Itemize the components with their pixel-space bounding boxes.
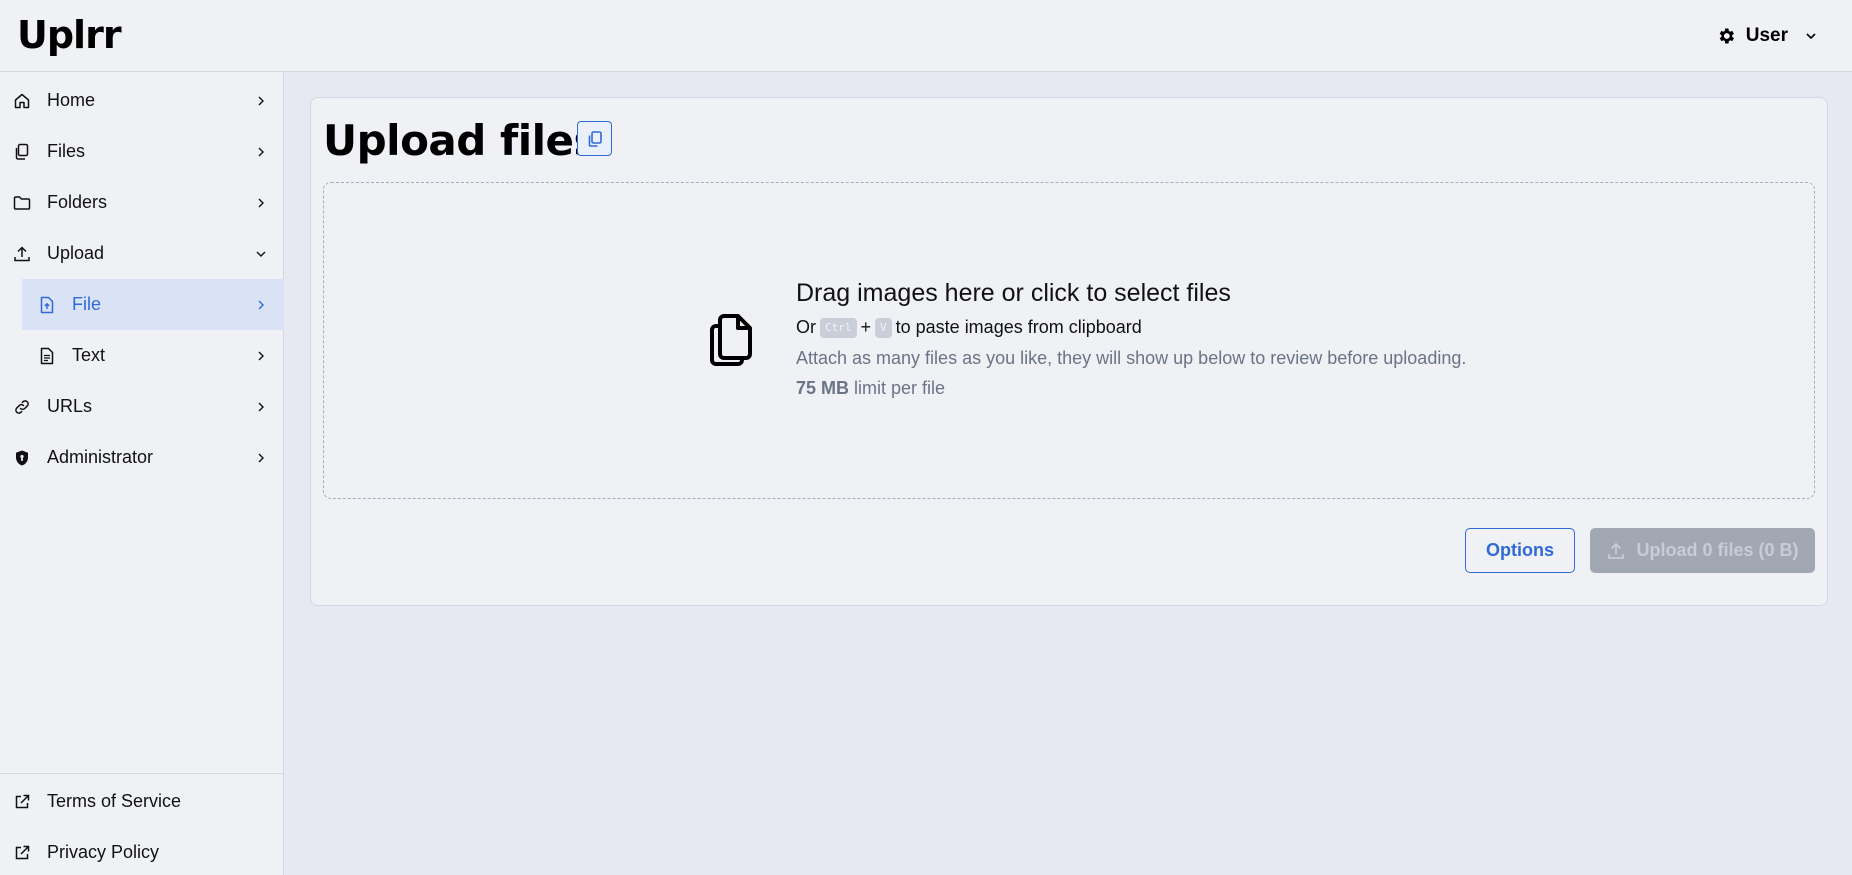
file-dropzone[interactable]: Drag images here or click to select file… (323, 182, 1815, 499)
sidebar-item-home[interactable]: Home (0, 75, 284, 126)
top-header: Uplrr User (0, 0, 1852, 72)
upload-icon (13, 245, 31, 263)
sidebar-item-label: Privacy Policy (47, 842, 160, 862)
copy-button[interactable] (577, 121, 612, 156)
sidebar-item-terms-of-service[interactable]: Terms of Service (0, 776, 284, 827)
sidebar-item-administrator[interactable]: Administrator (0, 432, 284, 483)
sidebar-item-label: Files (47, 141, 86, 161)
copy-icon (586, 130, 604, 148)
sidebar-item-privacy-policy[interactable]: Privacy Policy (0, 827, 284, 875)
chevron-right-icon (255, 299, 267, 311)
home-icon (13, 92, 31, 110)
sidebar-item-label: Upload (47, 243, 105, 263)
external-link-icon (13, 793, 31, 811)
sidebar-item-folders[interactable]: Folders (0, 177, 284, 228)
sidebar-item-label: Text (72, 345, 106, 365)
upload-button[interactable]: Upload 0 files (0 B) (1590, 528, 1815, 573)
sidebar-item-text[interactable]: Text (0, 330, 284, 381)
options-button[interactable]: Options (1465, 528, 1575, 573)
page-title: Upload files (323, 116, 599, 165)
chevron-right-icon (255, 350, 267, 362)
sidebar-item-files[interactable]: Files (0, 126, 284, 177)
user-menu-label: User (1745, 25, 1788, 46)
sidebar-item-label: Administrator (47, 447, 154, 467)
attach-hint: Attach as many files as you like, they w… (796, 348, 1467, 368)
limit-suffix: limit per file (854, 378, 946, 398)
chevron-down-icon (255, 248, 267, 260)
paste-suffix: to paste images from clipboard (895, 317, 1142, 337)
link-icon (13, 398, 31, 416)
sidebar-divider (0, 773, 284, 774)
sidebar-item-label: File (72, 294, 102, 314)
file-size-limit: 75 MB limit per file (796, 378, 945, 399)
external-link-icon (13, 844, 31, 862)
sidebar-item-upload[interactable]: Upload (0, 228, 284, 279)
files-icon (13, 143, 31, 161)
upload-card: Upload files Drag images here or click t… (310, 97, 1828, 606)
file-upload-icon (38, 296, 56, 314)
gear-icon (1716, 26, 1736, 46)
sidebar-item-label: Home (47, 90, 96, 110)
limit-value: 75 MB (796, 378, 850, 398)
sidebar-item-label: URLs (47, 396, 93, 416)
upload-button-label: Upload 0 files (0 B) (1636, 540, 1799, 560)
chevron-right-icon (255, 452, 267, 464)
sidebar-item-label: Terms of Service (47, 791, 182, 811)
dropzone-title: Drag images here or click to select file… (796, 279, 1231, 307)
v-key: V (875, 317, 892, 338)
sidebar-item-urls[interactable]: URLs (0, 381, 284, 432)
file-text-icon (38, 347, 56, 365)
upload-icon (1606, 541, 1626, 561)
shield-icon (13, 449, 31, 467)
sidebar: Home Files Folders Upload File Text URLs… (0, 72, 284, 875)
plus-sign: + (860, 317, 872, 337)
user-menu[interactable]: User (1716, 22, 1818, 50)
files-icon (708, 312, 756, 368)
chevron-right-icon (255, 95, 267, 107)
chevron-right-icon (255, 401, 267, 413)
paste-prefix: Or (796, 317, 816, 337)
chevron-right-icon (255, 146, 267, 158)
app-logo[interactable]: Uplrr (17, 13, 122, 57)
chevron-down-icon (1804, 29, 1818, 43)
ctrl-key: Ctrl (820, 317, 857, 338)
sidebar-item-file[interactable]: File (22, 279, 284, 330)
sidebar-item-label: Folders (47, 192, 108, 212)
paste-hint: Or Ctrl + V to paste images from clipboa… (796, 317, 1142, 338)
folder-icon (13, 194, 31, 212)
chevron-right-icon (255, 197, 267, 209)
